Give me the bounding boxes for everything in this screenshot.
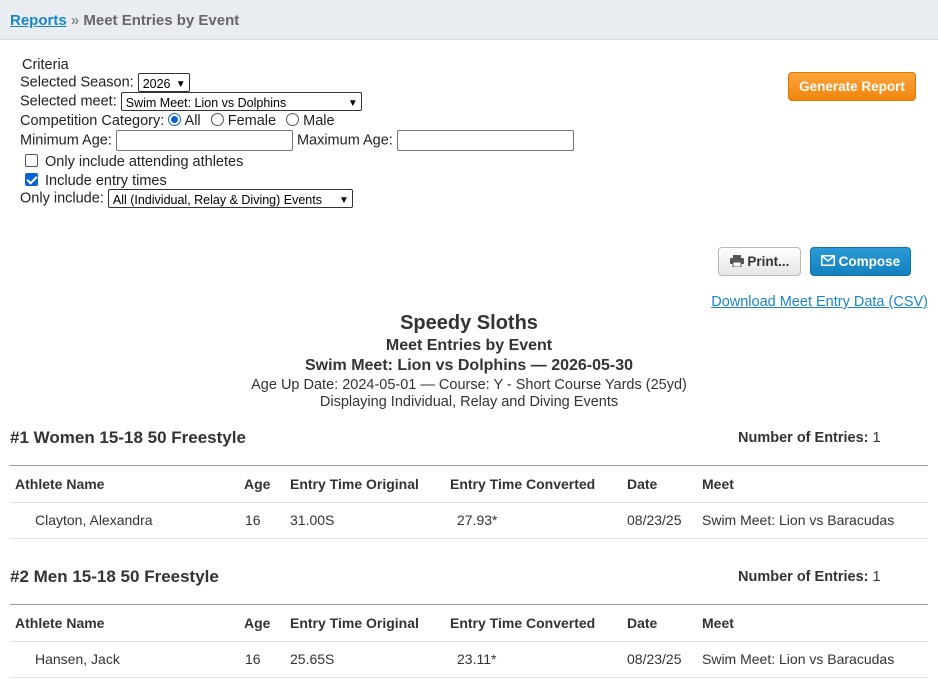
only-include-row: Only include: All (Individual, Relay & D… — [20, 189, 353, 208]
column-header-date: Date — [627, 476, 658, 492]
column-header-entry-original: Entry Time Original — [290, 476, 419, 492]
attending-checkbox[interactable] — [25, 154, 38, 167]
print-button[interactable]: Print... — [718, 247, 801, 276]
category-female-label: Female — [227, 113, 277, 129]
column-header-athlete: Athlete Name — [15, 476, 105, 492]
column-header-age: Age — [244, 476, 271, 492]
breadcrumb-separator: » — [70, 12, 80, 29]
meet-row: Selected meet: Swim Meet: Lion vs Dolphi… — [20, 92, 362, 111]
column-header-athlete: Athlete Name — [15, 615, 105, 631]
entry-count-value: 1 — [872, 430, 881, 446]
entry-times-row: Include entry times — [25, 172, 167, 190]
athlete-age: 16 — [245, 512, 261, 528]
column-header-entry-original: Entry Time Original — [290, 615, 419, 631]
top-bar: Reports » Meet Entries by Event — [0, 0, 938, 40]
meet-label: Selected meet: — [20, 93, 117, 110]
meet-select[interactable]: Swim Meet: Lion vs Dolphins ▼ — [120, 92, 362, 111]
generate-report-button[interactable]: Generate Report — [788, 72, 916, 101]
event-title: #2 Men 15-18 50 Freestyle — [10, 567, 219, 586]
print-label: Print... — [747, 254, 790, 269]
attending-row: Only include attending athletes — [25, 153, 243, 171]
divider — [10, 465, 928, 466]
report-age-course: Age Up Date: 2024-05-01 — Course: Y - Sh… — [251, 377, 687, 393]
entry-times-checkbox[interactable] — [25, 173, 38, 186]
category-all-label: All — [184, 113, 201, 129]
athlete-age: 16 — [245, 651, 261, 667]
report-team-name: Speedy Sloths — [400, 312, 538, 334]
compose-label: Compose — [838, 254, 901, 269]
max-age-input[interactable] — [396, 130, 574, 151]
divider — [10, 502, 928, 503]
only-include-label: Only include: — [20, 190, 104, 207]
meet-value: Swim Meet: Lion vs Dolphins — [125, 96, 287, 110]
entry-time-converted: 27.93* — [457, 512, 498, 528]
season-select[interactable]: 2026 ▼ — [137, 73, 190, 92]
season-value: 2026 — [142, 77, 171, 91]
entry-time-original: 31.00S — [290, 512, 335, 528]
column-header-entry-converted: Entry Time Converted — [450, 476, 596, 492]
category-row: Competition Category: All Female Male — [20, 112, 335, 130]
max-age-label: Maximum Age: — [296, 132, 393, 149]
breadcrumb-current: Meet Entries by Event — [83, 12, 240, 29]
age-row: Minimum Age: Maximum Age: — [20, 130, 574, 151]
divider — [10, 538, 928, 539]
entry-count-label: Number of Entries: — [738, 569, 869, 585]
printer-icon — [729, 255, 744, 268]
entry-time-original: 25.65S — [290, 651, 335, 667]
breadcrumb-reports-link[interactable]: Reports — [10, 12, 67, 29]
report-meet: Swim Meet: Lion vs Dolphins — 2026-05-30 — [304, 357, 634, 374]
entry-meet: Swim Meet: Lion vs Baracudas — [702, 651, 895, 667]
chevron-down-icon: ▼ — [338, 195, 349, 206]
category-label: Competition Category: — [20, 113, 165, 129]
entry-time-converted: 23.11* — [457, 651, 497, 667]
report-display: Displaying Individual, Relay and Diving … — [319, 394, 619, 410]
entry-times-label: Include entry times — [45, 173, 167, 189]
entry-date: 08/23/25 — [627, 512, 682, 528]
criteria-heading: Criteria — [22, 57, 69, 73]
event-title: #1 Women 15-18 50 Freestyle — [10, 428, 246, 447]
download-csv-link[interactable]: Download Meet Entry Data (CSV) — [711, 294, 928, 310]
column-header-age: Age — [244, 615, 271, 631]
breadcrumb: Reports » Meet Entries by Event — [10, 12, 239, 29]
divider — [10, 641, 928, 642]
athlete-name: Hansen, Jack — [35, 651, 120, 667]
category-male-label: Male — [303, 113, 335, 129]
category-female-radio[interactable] — [210, 113, 224, 126]
divider — [10, 604, 928, 605]
column-header-date: Date — [627, 615, 658, 631]
column-header-meet: Meet — [702, 615, 734, 631]
category-all-radio[interactable] — [168, 113, 182, 126]
only-include-value: All (Individual, Relay & Diving) Events — [112, 193, 322, 207]
athlete-name: Clayton, Alexandra — [35, 512, 153, 528]
entry-meet: Swim Meet: Lion vs Baracudas — [702, 512, 895, 528]
entry-count-label: Number of Entries: — [738, 430, 869, 446]
compose-button[interactable]: Compose — [810, 247, 911, 276]
divider — [10, 677, 928, 678]
season-row: Selected Season: 2026 ▼ — [20, 73, 190, 92]
entry-date: 08/23/25 — [627, 651, 682, 667]
only-include-select[interactable]: All (Individual, Relay & Diving) Events … — [107, 189, 353, 208]
envelope-icon — [820, 255, 835, 266]
entry-count: Number of Entries: 1 — [738, 430, 881, 446]
entry-count-value: 1 — [872, 569, 881, 585]
min-age-input[interactable] — [115, 130, 293, 151]
column-header-meet: Meet — [702, 476, 734, 492]
attending-label: Only include attending athletes — [45, 154, 244, 170]
report-title: Meet Entries by Event — [385, 337, 553, 354]
min-age-label: Minimum Age: — [20, 132, 112, 149]
chevron-down-icon: ▼ — [347, 98, 358, 109]
entry-count: Number of Entries: 1 — [738, 569, 881, 585]
season-label: Selected Season: — [20, 74, 134, 91]
category-male-radio[interactable] — [286, 113, 300, 126]
column-header-entry-converted: Entry Time Converted — [450, 615, 596, 631]
